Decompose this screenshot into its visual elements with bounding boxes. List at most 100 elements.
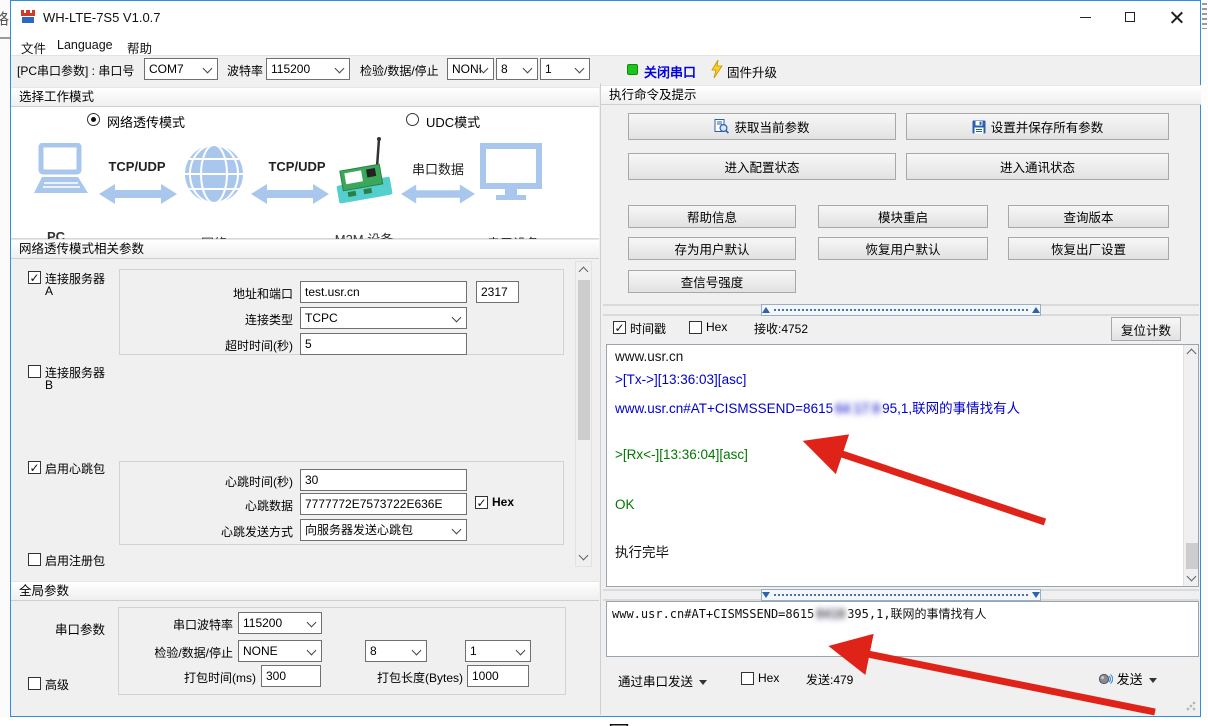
collapse-up-icon[interactable] — [1032, 307, 1040, 313]
background-right-fragment — [1202, 3, 1207, 29]
net-params-section-title: 网络透传模式相关参数 — [11, 239, 599, 259]
work-mode-section-title: 选择工作模式 — [11, 87, 599, 107]
hb-data-input[interactable]: 7777772E7573722E636E — [300, 493, 467, 515]
serial-toolbar: [PC串口参数] : 串口号 COM7 波特率 115200 检验/数据/停止 … — [11, 55, 1200, 83]
help-info-label: 帮助信息 — [687, 207, 737, 226]
maximize-button[interactable] — [1114, 5, 1146, 29]
global-stopbits-select[interactable]: 1 — [465, 640, 531, 662]
conn-type-label: 连接类型 — [201, 311, 293, 328]
log-line-tx-command: www.usr.cn#AT+CISMSSEND=861564 17 895,1,… — [615, 397, 1020, 417]
server-a-address-input[interactable]: test.usr.cn — [300, 281, 467, 303]
splitter-handle[interactable] — [761, 304, 1041, 316]
background-left-strip: 格 — [0, 0, 10, 726]
udc-mode-radio[interactable] — [406, 113, 419, 126]
restore-factory-button[interactable]: 恢复出厂设置 — [1008, 237, 1169, 260]
params-scrollbar[interactable] — [575, 261, 592, 567]
background-left-line — [0, 37, 10, 39]
close-button[interactable] — [1161, 5, 1193, 29]
restore-user-default-button[interactable]: 恢复用户默认 — [818, 237, 988, 260]
collapse-up-icon[interactable] — [762, 307, 770, 313]
minimize-icon — [1080, 17, 1091, 18]
menu-bar: 文件 Language 帮助 — [11, 33, 1200, 55]
log-scrollbar[interactable] — [1183, 345, 1199, 586]
baud-select[interactable]: 115200 — [266, 58, 350, 80]
scroll-up-icon[interactable] — [579, 267, 589, 277]
background-left-glyph: 格 — [0, 8, 9, 29]
diagram-link2-label: TCP/UDP — [261, 159, 333, 174]
minimize-button[interactable] — [1069, 5, 1101, 29]
databits-select[interactable]: 8 — [496, 58, 538, 80]
help-info-button[interactable]: 帮助信息 — [628, 205, 796, 228]
resize-grip-icon[interactable] — [1186, 701, 1196, 711]
addr-label: 地址和端口 — [201, 285, 293, 302]
save-user-default-label: 存为用户默认 — [674, 239, 749, 258]
firmware-upgrade-button[interactable]: 固件升级 — [727, 62, 777, 81]
timestamp-checkbox[interactable]: ✓ — [613, 321, 626, 334]
get-params-button[interactable]: 获取当前参数 — [628, 113, 896, 140]
transparent-mode-radio[interactable] — [87, 113, 100, 126]
hb-mode-select[interactable]: 向服务器发送心跳包 — [300, 519, 467, 541]
register-checkbox[interactable] — [28, 553, 41, 566]
parity-select[interactable]: NONI — [447, 58, 494, 80]
set-save-params-button[interactable]: 设置并保存所有参数 — [906, 113, 1169, 140]
commands-section-title: 执行命令及提示 — [601, 85, 1201, 105]
timeout-label: 超时时间(秒) — [201, 337, 293, 354]
server-b-checkbox[interactable] — [28, 365, 41, 378]
log-splitter-bottom[interactable] — [603, 589, 1199, 601]
hb-hex-checkbox[interactable]: ✓ — [475, 496, 488, 509]
dropdown-arrow-icon — [1149, 678, 1157, 683]
enter-config-button[interactable]: 进入配置状态 — [628, 153, 896, 180]
log-output[interactable]: www.usr.cn >[Tx->][13:36:03][asc] www.us… — [606, 344, 1199, 587]
reset-count-button[interactable]: 复位计数 — [1111, 317, 1181, 341]
sent-counter: 发送:479 — [806, 671, 853, 688]
restore-user-default-label: 恢复用户默认 — [865, 239, 940, 258]
server-a-checkbox[interactable]: ✓ — [28, 271, 41, 284]
diagram-link1-label: TCP/UDP — [101, 159, 173, 174]
collapse-down-icon[interactable] — [762, 592, 770, 598]
splitter-dots — [774, 594, 1028, 596]
query-version-button[interactable]: 查询版本 — [1008, 205, 1169, 228]
global-databits-select[interactable]: 8 — [365, 640, 427, 662]
stopbits-select[interactable]: 1 — [540, 58, 590, 80]
search-doc-icon — [714, 119, 729, 134]
enter-comm-button[interactable]: 进入通讯状态 — [906, 153, 1169, 180]
log-splitter-top[interactable] — [603, 304, 1199, 316]
scroll-down-icon[interactable] — [579, 551, 589, 561]
splitter-handle[interactable] — [761, 589, 1041, 601]
global-parity-select[interactable]: NONE — [238, 640, 322, 662]
advanced-checkbox[interactable] — [28, 677, 41, 690]
send-input-area[interactable]: www.usr.cn#AT+CISMSSEND=86158418395,1,联网… — [606, 601, 1199, 657]
heartbeat-label: 启用心跳包 — [45, 460, 105, 477]
log-scrollbar-thumb[interactable] — [1186, 543, 1198, 569]
log-hex-checkbox[interactable] — [689, 321, 702, 334]
close-port-button[interactable]: 关闭串口 — [644, 62, 696, 81]
scroll-up-icon[interactable] — [1187, 349, 1197, 359]
background-caption: 图 2 (1) — [608, 717, 737, 726]
save-floppy-icon — [972, 120, 986, 134]
pack-time-input[interactable]: 300 — [261, 665, 321, 687]
network-globe-icon — [183, 143, 245, 205]
com-port-select[interactable]: COM7 — [144, 58, 218, 80]
menu-language[interactable]: Language — [53, 36, 117, 54]
arrow-serial-icon — [401, 183, 475, 205]
send-button[interactable]: 发送 — [1098, 669, 1157, 688]
params-scrollbar-thumb[interactable] — [578, 280, 590, 440]
timeout-input[interactable]: 5 — [300, 333, 467, 355]
global-baud-select[interactable]: 115200 — [238, 612, 322, 634]
query-signal-button[interactable]: 查信号强度 — [628, 270, 796, 293]
hb-time-input[interactable]: 30 — [300, 469, 467, 491]
scroll-down-icon[interactable] — [1187, 572, 1197, 582]
save-user-default-button[interactable]: 存为用户默认 — [628, 237, 796, 260]
module-restart-button[interactable]: 模块重启 — [818, 205, 988, 228]
send-via-serial-dropdown[interactable]: 通过串口发送 — [618, 671, 707, 690]
serial-params-label: 串口参数 — [55, 619, 105, 638]
speaker-icon — [1098, 672, 1113, 687]
send-hex-checkbox[interactable] — [741, 672, 754, 685]
conn-type-select[interactable]: TCPC — [300, 307, 467, 329]
pack-len-input[interactable]: 1000 — [467, 665, 529, 687]
dropdown-arrow-icon — [699, 680, 707, 685]
collapse-down-icon[interactable] — [1032, 592, 1040, 598]
pc-serial-label: [PC串口参数] : 串口号 — [17, 62, 134, 79]
heartbeat-checkbox[interactable]: ✓ — [28, 461, 41, 474]
server-a-port-input[interactable]: 2317 — [476, 281, 519, 303]
